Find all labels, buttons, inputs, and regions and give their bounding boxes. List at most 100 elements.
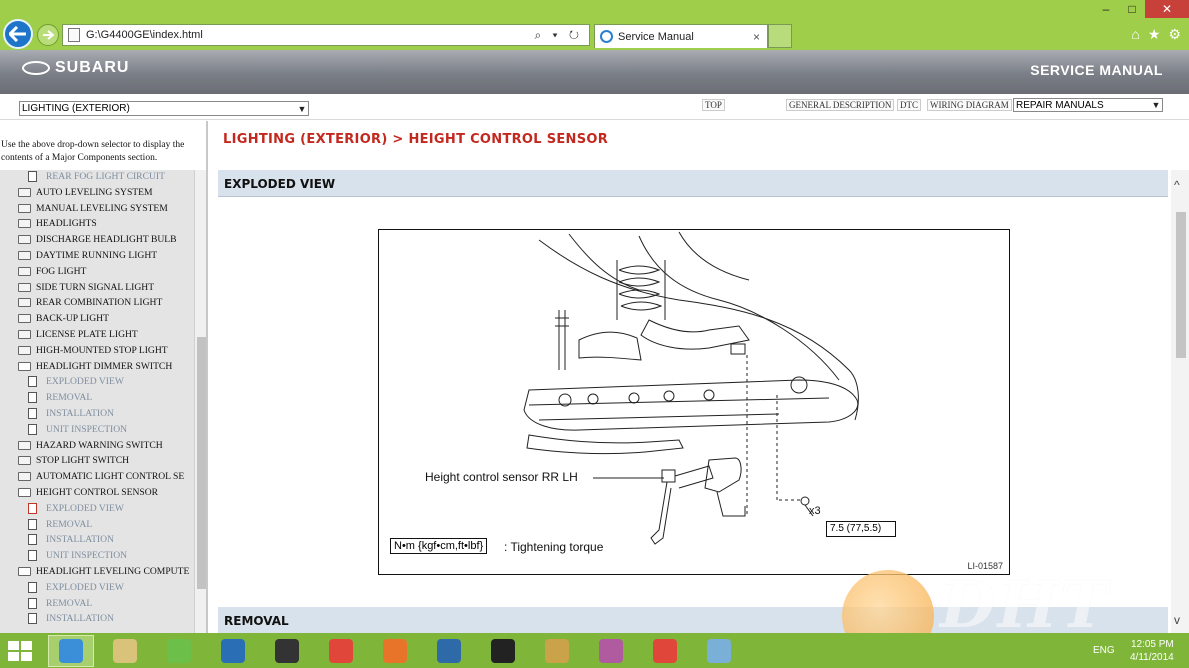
clock[interactable]: 12:05 PM 4/11/2014	[1130, 638, 1174, 664]
site-header: SUBARU SERVICE MANUAL	[0, 50, 1189, 94]
tree-leaf-item[interactable]: REMOVAL	[28, 518, 92, 530]
tree-leaf-item[interactable]: INSTALLATION	[28, 408, 114, 419]
tree-folder-item[interactable]: HEADLIGHT LEVELING COMPUTE	[18, 566, 189, 577]
taskbar-app-green-button[interactable]	[156, 635, 202, 667]
tree-leaf-item[interactable]: INSTALLATION	[28, 613, 114, 625]
manual-type-dropdown[interactable]: REPAIR MANUALS ▼	[1013, 98, 1163, 112]
top-link[interactable]: TOP	[702, 99, 725, 111]
tree-leaf-item[interactable]: UNIT INSPECTION	[28, 550, 127, 562]
tree-folder-item[interactable]: HEIGHT CONTROL SENSOR	[18, 487, 158, 498]
restore-button[interactable]: □	[1119, 0, 1145, 18]
tree-folder-item[interactable]: DISCHARGE HEADLIGHT BULB	[18, 234, 177, 245]
tree-folder-item[interactable]: AUTOMATIC LIGHT CONTROL SE	[18, 471, 184, 482]
tree-leaf-item[interactable]: REAR FOG LIGHT CIRCUIT	[28, 171, 165, 182]
taskbar-app-window-button[interactable]	[426, 635, 472, 667]
language-indicator[interactable]: ENG	[1093, 645, 1115, 656]
address-text[interactable]: G:\G4400GE\index.html	[86, 29, 534, 41]
section-header-removal: REMOVAL	[218, 607, 1168, 633]
tree-folder-item[interactable]: HEADLIGHTS	[18, 218, 97, 229]
folder-icon	[18, 219, 31, 229]
settings-gear-icon[interactable]: ⚙	[1168, 26, 1181, 43]
wiring-diagram-link[interactable]: WIRING DIAGRAM	[927, 99, 1012, 111]
content-scrollbar[interactable]: ^ v	[1171, 170, 1189, 633]
taskbar-onion-button[interactable]	[534, 635, 580, 667]
tab-close-icon[interactable]: ×	[753, 30, 767, 44]
tree-leaf-item[interactable]: REMOVAL	[28, 597, 93, 609]
window-controls: – □ ✕	[1093, 0, 1189, 18]
tree-leaf-item[interactable]: UNIT INSPECTION	[28, 423, 127, 435]
folder-icon	[18, 472, 31, 482]
exploded-view-figure: Height control sensor RR LH x3 7.5 (77,5…	[378, 229, 1010, 575]
tree-item-label: EXPLODED VIEW	[46, 502, 124, 514]
back-button[interactable]	[3, 19, 33, 49]
tree-leaf-item[interactable]: EXPLODED VIEW	[28, 376, 124, 388]
section-dropdown[interactable]: LIGHTING (EXTERIOR) ▼	[19, 101, 309, 116]
home-icon[interactable]: ⌂	[1131, 26, 1139, 43]
close-window-button[interactable]: ✕	[1145, 0, 1189, 18]
search-refresh-icons[interactable]: ⌕ ▾ ↻	[534, 28, 583, 43]
taskbar-check-app-button[interactable]	[480, 635, 526, 667]
tree-folder-item[interactable]: REAR COMBINATION LIGHT	[18, 297, 162, 308]
taskbar-chrome-button[interactable]	[318, 635, 364, 667]
internet-explorer-icon	[59, 639, 83, 663]
taskbar-camera-button[interactable]	[264, 635, 310, 667]
tree-folder-item[interactable]: STOP LIGHT SWITCH	[18, 455, 129, 466]
clock-time: 12:05 PM	[1130, 639, 1174, 650]
tree-folder-item[interactable]: AUTO LEVELING SYSTEM	[18, 187, 153, 198]
tree-folder-item[interactable]: SIDE TURN SIGNAL LIGHT	[18, 282, 154, 293]
tree-folder-item[interactable]: FOG LIGHT	[18, 266, 86, 277]
tree-folder-item[interactable]: MANUAL LEVELING SYSTEM	[18, 203, 168, 214]
content-scroll-thumb[interactable]	[1176, 212, 1186, 358]
document-icon	[28, 534, 37, 546]
taskbar-file-explorer-button[interactable]	[102, 635, 148, 667]
page-title: LIGHTING (EXTERIOR) > HEIGHT CONTROL SEN…	[223, 132, 609, 147]
windows-start-icon[interactable]	[8, 641, 32, 661]
tree-item-label: BACK-UP LIGHT	[36, 313, 109, 325]
address-bar[interactable]: G:\G4400GE\index.html ⌕ ▾ ↻	[62, 24, 590, 46]
tree-folder-item[interactable]: DAYTIME RUNNING LIGHT	[18, 250, 157, 261]
taskbar-app-blue-globe-button[interactable]	[210, 635, 256, 667]
folder-icon	[18, 187, 31, 197]
tree-item-label: REMOVAL	[46, 597, 93, 609]
app-green-icon	[167, 639, 191, 663]
browser-chrome: G:\G4400GE\index.html ⌕ ▾ ↻ Service Manu…	[0, 0, 1189, 50]
taskbar-chrome-2-button[interactable]	[642, 635, 688, 667]
general-description-link[interactable]: GENERAL DESCRIPTION	[786, 99, 895, 111]
taskbar-firefox-button[interactable]	[372, 635, 418, 667]
tree-leaf-item[interactable]: INSTALLATION	[28, 534, 114, 546]
sidebar-scroll-thumb[interactable]	[197, 337, 206, 589]
check-app-icon	[491, 639, 515, 663]
chevron-down-icon: ▼	[1151, 100, 1161, 110]
scroll-up-icon[interactable]: ^	[1174, 178, 1180, 192]
tree-folder-item[interactable]: HAZARD WARNING SWITCH	[18, 440, 163, 451]
document-icon	[28, 171, 37, 182]
taskbar-internet-explorer-button[interactable]	[48, 635, 94, 667]
new-tab-button[interactable]	[768, 24, 792, 48]
torque-value-box: 7.5 (77,5.5)	[826, 521, 896, 537]
sidebar-help-text: Use the above drop-down selector to disp…	[1, 140, 185, 163]
folder-icon	[18, 488, 31, 497]
forward-button[interactable]	[37, 24, 59, 46]
tree-item-label: HEADLIGHT DIMMER SWITCH	[36, 360, 173, 372]
tree-folder-item[interactable]: HEADLIGHT DIMMER SWITCH	[18, 361, 172, 372]
taskbar-app-pinwheel-button[interactable]	[588, 635, 634, 667]
sidebar-scrollbar[interactable]	[194, 170, 206, 633]
minimize-button[interactable]: –	[1093, 0, 1119, 18]
tree-leaf-item[interactable]: EXPLODED VIEW	[28, 502, 124, 514]
tree-leaf-item[interactable]: EXPLODED VIEW	[28, 581, 124, 593]
folder-icon	[18, 251, 31, 260]
folder-icon	[18, 345, 31, 355]
favorites-icon[interactable]: ★	[1148, 26, 1161, 43]
tree-folder-item[interactable]: HIGH-MOUNTED STOP LIGHT	[18, 345, 168, 356]
taskbar-app-square-button[interactable]	[696, 635, 742, 667]
tree-leaf-item[interactable]: REMOVAL	[28, 392, 92, 404]
app-square-icon	[707, 639, 731, 663]
tab-service-manual[interactable]: Service Manual ×	[594, 24, 768, 48]
tree-folder-item[interactable]: BACK-UP LIGHT	[18, 313, 109, 324]
tree-folder-item[interactable]: LICENSE PLATE LIGHT	[18, 329, 138, 340]
scroll-down-icon[interactable]: v	[1174, 613, 1180, 627]
document-icon	[28, 518, 37, 530]
sensor-callout-label: Height control sensor RR LH	[425, 470, 578, 484]
browser-toolbar-icons: ⌂ ★ ⚙	[1131, 26, 1181, 43]
dtc-link[interactable]: DTC	[897, 99, 921, 111]
